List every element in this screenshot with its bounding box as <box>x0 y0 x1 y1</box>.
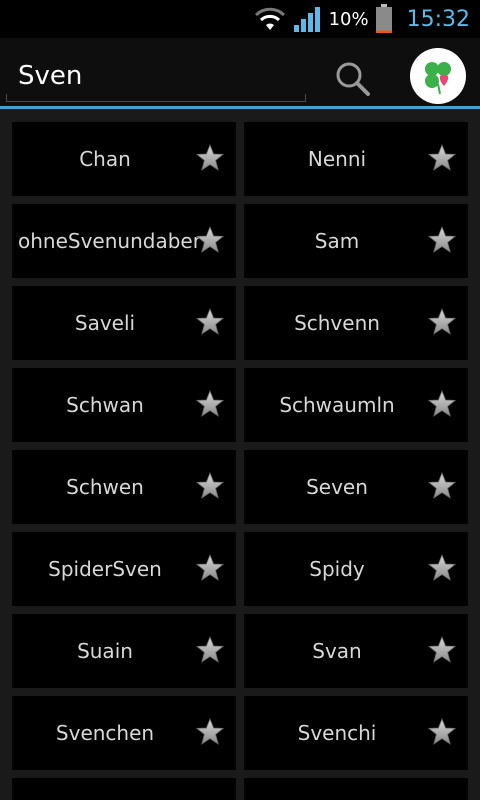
clover-heart-logo <box>425 62 451 95</box>
search-bar <box>0 38 480 109</box>
list-item[interactable]: Schwen <box>12 450 236 524</box>
header-divider <box>0 106 480 109</box>
star-icon[interactable] <box>195 225 225 254</box>
list-item[interactable]: Schwan <box>12 368 236 442</box>
star-icon[interactable] <box>427 307 457 336</box>
name-label: Saveli <box>74 311 136 335</box>
list-item[interactable]: Nenni <box>244 122 468 196</box>
star-icon[interactable] <box>427 143 457 172</box>
signal-icon <box>293 5 323 33</box>
star-icon[interactable] <box>195 389 225 418</box>
list-item[interactable]: Svan <box>244 614 468 688</box>
name-label: Schwaumln <box>279 393 395 417</box>
name-label: Schwen <box>66 475 144 499</box>
list-item[interactable]: Saveli <box>12 286 236 360</box>
star-icon[interactable] <box>195 553 225 582</box>
list-item[interactable]: SpiderSven <box>12 532 236 606</box>
list-item[interactable]: Schvenn <box>244 286 468 360</box>
battery-icon <box>375 4 393 34</box>
star-icon[interactable] <box>427 553 457 582</box>
list-item[interactable]: Schwaumln <box>244 368 468 442</box>
search-button[interactable] <box>330 56 376 102</box>
name-label: Schwan <box>66 393 144 417</box>
list-item[interactable]: Seven <box>244 450 468 524</box>
name-label: Nenni <box>307 147 367 171</box>
list-item[interactable]: Spidy <box>244 532 468 606</box>
star-icon[interactable] <box>195 717 225 746</box>
wifi-icon <box>253 6 287 32</box>
name-label: Svenchi <box>297 721 377 745</box>
search-icon <box>336 62 370 96</box>
name-grid: Chan Nenni ohneSvenundaber Sam Saveli Schvenn… <box>12 122 468 770</box>
name-label: Chan <box>79 147 131 171</box>
list-item[interactable]: Suain <box>12 614 236 688</box>
name-label: ohneSvenundaber <box>18 229 201 253</box>
name-label: SpiderSven <box>48 557 162 581</box>
star-icon[interactable] <box>427 225 457 254</box>
name-label: Svenchen <box>55 721 155 745</box>
star-icon[interactable] <box>195 471 225 500</box>
list-item[interactable]: ohneSvenundaber <box>12 204 236 278</box>
partial-row <box>12 778 468 800</box>
name-label: Suain <box>77 639 133 663</box>
search-underline <box>305 94 306 102</box>
list-item[interactable]: Svenchi <box>244 696 468 770</box>
list-item[interactable]: Svenchen <box>12 696 236 770</box>
clock: 15:32 <box>406 6 470 32</box>
list-item[interactable] <box>12 778 236 800</box>
star-icon[interactable] <box>195 307 225 336</box>
star-icon[interactable] <box>427 389 457 418</box>
search-input[interactable] <box>6 50 306 102</box>
battery-percent: 10% <box>328 8 369 30</box>
app-logo[interactable] <box>410 48 466 104</box>
search-underline <box>6 94 7 102</box>
list-item[interactable]: Sam <box>244 204 468 278</box>
star-icon[interactable] <box>427 717 457 746</box>
name-label: Schvenn <box>294 311 380 335</box>
star-icon[interactable] <box>427 635 457 664</box>
star-icon[interactable] <box>427 471 457 500</box>
name-label: Svan <box>312 639 362 663</box>
star-icon[interactable] <box>195 635 225 664</box>
name-label: Sam <box>314 229 360 253</box>
status-bar: 10% 15:32 <box>0 0 480 38</box>
star-icon[interactable] <box>195 143 225 172</box>
list-item[interactable] <box>244 778 468 800</box>
name-label: Seven <box>306 475 368 499</box>
list-item[interactable]: Chan <box>12 122 236 196</box>
name-label: Spidy <box>309 557 365 581</box>
